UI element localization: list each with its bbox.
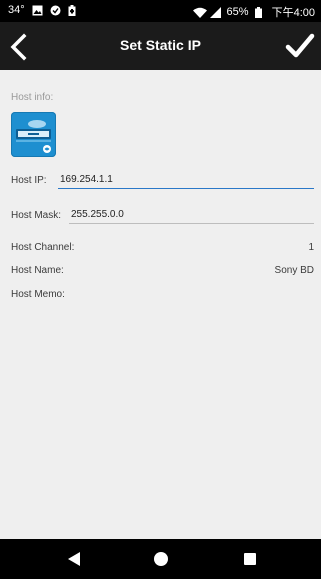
host-name-label: Host Name:: [11, 265, 64, 276]
battery-saver-icon: [68, 4, 79, 16]
host-memo-label: Host Memo:: [11, 289, 65, 300]
navigation-bar: [0, 539, 321, 579]
battery-percent: 65%: [226, 6, 249, 18]
circle-home-icon: [154, 552, 168, 566]
app-notification-icon: [50, 5, 61, 16]
temperature-text: 34°: [8, 4, 25, 16]
host-mask-label: Host Mask:: [11, 210, 62, 221]
blu-ray-device-icon: [11, 112, 56, 157]
signal-icon: [209, 6, 221, 18]
nav-recents-button[interactable]: [242, 551, 258, 572]
host-channel-label: Host Channel:: [11, 242, 75, 253]
wifi-icon: [192, 7, 207, 18]
host-ip-label: Host IP:: [11, 175, 47, 186]
battery-icon: [254, 6, 266, 18]
host-ip-input[interactable]: [58, 171, 314, 189]
nav-home-button[interactable]: [153, 551, 169, 572]
section-label: Host info:: [11, 92, 54, 103]
title-bar: Set Static IP: [0, 22, 321, 70]
triangle-back-icon: [68, 552, 80, 566]
square-recents-icon: [244, 553, 256, 565]
page-title: Set Static IP: [120, 37, 201, 53]
host-info-form: Host info: Host IP: Host Mask: Host Chan…: [0, 70, 321, 539]
image-icon: [32, 5, 43, 16]
clock-text: 下午4:00: [271, 7, 315, 19]
host-name-value: Sony BD: [274, 265, 314, 276]
nav-back-button[interactable]: [66, 551, 82, 572]
checkmark-icon: [285, 33, 315, 58]
confirm-button[interactable]: [285, 32, 315, 60]
host-channel-value: 1: [308, 242, 314, 253]
status-bar: 34° 65% 下午4:00: [0, 0, 321, 22]
host-mask-input[interactable]: [69, 206, 314, 224]
